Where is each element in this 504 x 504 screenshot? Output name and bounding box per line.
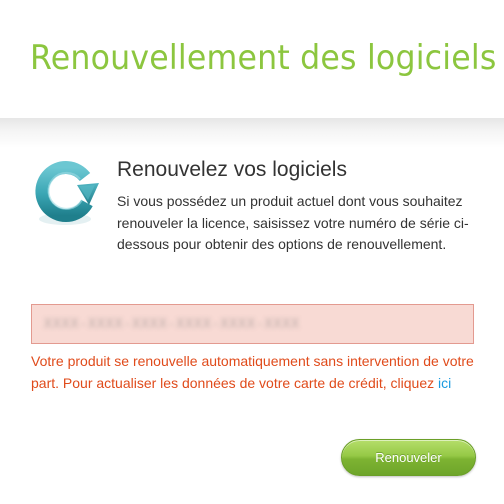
serial-number-value: XXXX-XXXX-XXXX-XXXX-XXXX-XXXX xyxy=(44,316,300,332)
update-card-link[interactable]: ici xyxy=(438,375,451,391)
header-shadow-divider xyxy=(0,118,504,148)
error-message-text: Votre produit se renouvelle automatiquem… xyxy=(31,353,474,391)
renewal-page: Renouvellement des logiciels Renouvelez … xyxy=(0,0,504,504)
section-description: Si vous possédez un produit actuel dont … xyxy=(117,193,469,252)
page-header: Renouvellement des logiciels xyxy=(0,0,504,118)
section-title: Renouvelez vos logiciels xyxy=(117,158,347,181)
renew-button[interactable]: Renouveler xyxy=(341,439,476,476)
error-message: Votre produit se renouvelle automatiquem… xyxy=(31,351,483,394)
renew-refresh-icon xyxy=(29,155,105,231)
serial-number-input[interactable]: XXXX-XXXX-XXXX-XXXX-XXXX-XXXX xyxy=(31,304,474,344)
page-title: Renouvellement des logiciels xyxy=(30,38,497,78)
